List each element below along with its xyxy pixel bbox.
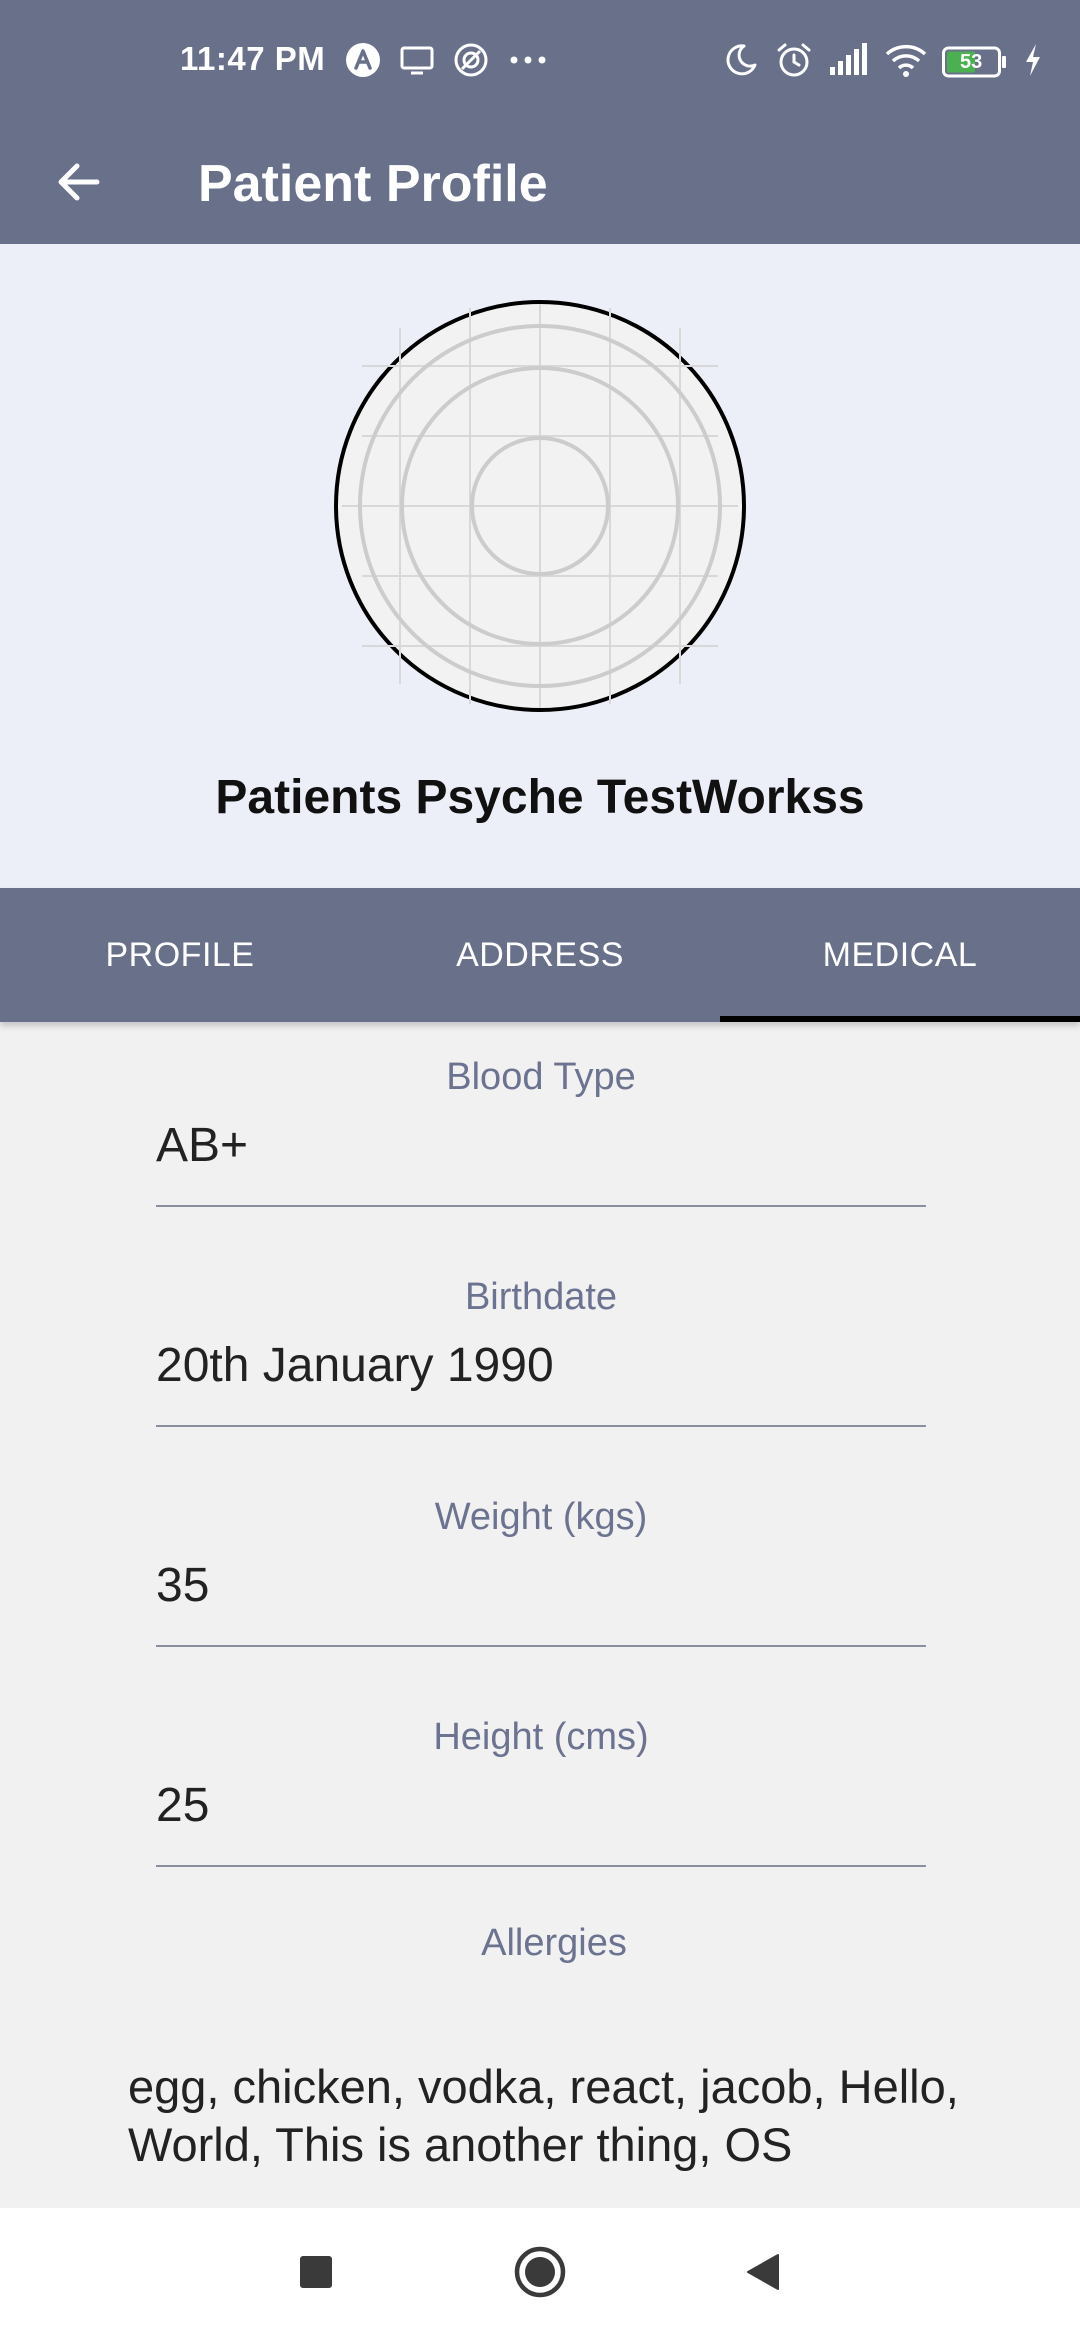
system-nav-bar xyxy=(0,2208,1080,2340)
weight-field[interactable]: Weight (kgs) 35 xyxy=(156,1496,926,1647)
back-button[interactable] xyxy=(40,146,116,222)
birthdate-field[interactable]: Birthdate 20th January 1990 xyxy=(156,1276,926,1427)
charging-icon xyxy=(1022,41,1044,84)
monitor-icon xyxy=(398,41,436,84)
profile-header: Patients Psyche TestWorkss xyxy=(0,244,1080,888)
tab-bar: PROFILE ADDRESS MEDICAL xyxy=(0,888,1080,1022)
system-back-button[interactable] xyxy=(734,2244,794,2304)
blood-type-input[interactable]: AB+ xyxy=(156,1117,926,1207)
status-right-icons: 53 xyxy=(722,40,1044,84)
avatar-placeholder-icon xyxy=(332,300,748,718)
home-button[interactable] xyxy=(510,2244,570,2304)
allergies-label: Allergies xyxy=(481,1922,627,1964)
allergies-input[interactable]: egg, chicken, vodka, react, jacob, Hello… xyxy=(128,2058,1008,2174)
arrow-left-icon xyxy=(53,157,103,212)
birthdate-label: Birthdate xyxy=(464,1276,618,1318)
blood-type-field[interactable]: Blood Type AB+ xyxy=(156,1056,926,1207)
tab-address[interactable]: ADDRESS xyxy=(360,888,720,1022)
wifi-icon xyxy=(884,41,928,84)
more-dots-icon xyxy=(506,41,550,84)
height-label: Height (cms) xyxy=(433,1716,649,1758)
recents-square-icon xyxy=(298,2254,334,2295)
a-circle-icon xyxy=(344,41,382,84)
status-left-icons xyxy=(344,40,550,84)
home-circle-icon xyxy=(513,2245,567,2304)
tab-label: PROFILE xyxy=(105,935,255,974)
battery-level: 53 xyxy=(960,51,983,73)
status-bar: 11:47 PM 53 xyxy=(0,0,1080,124)
tab-label: MEDICAL xyxy=(822,935,978,974)
battery-icon: 53 xyxy=(942,46,1008,78)
status-time: 11:47 PM xyxy=(180,40,326,77)
tab-label: ADDRESS xyxy=(456,935,624,974)
signal-icon xyxy=(828,41,870,84)
weight-input[interactable]: 35 xyxy=(156,1557,926,1647)
birthdate-input[interactable]: 20th January 1990 xyxy=(156,1337,926,1427)
moon-icon xyxy=(722,41,760,84)
recents-button[interactable] xyxy=(286,2244,346,2304)
avatar[interactable] xyxy=(332,298,748,714)
patient-name: Patients Psyche TestWorkss xyxy=(215,771,865,824)
page-title: Patient Profile xyxy=(198,155,548,213)
blood-type-label: Blood Type xyxy=(446,1056,636,1098)
height-input[interactable]: 25 xyxy=(156,1777,926,1867)
height-field[interactable]: Height (cms) 25 xyxy=(156,1716,926,1867)
tab-profile[interactable]: PROFILE xyxy=(0,888,360,1022)
tab-medical[interactable]: MEDICAL xyxy=(720,888,1080,1022)
back-triangle-icon xyxy=(744,2252,784,2297)
app-bar: Patient Profile xyxy=(0,124,1080,244)
sync-icon xyxy=(452,41,490,84)
alarm-icon xyxy=(774,40,814,85)
weight-label: Weight (kgs) xyxy=(434,1496,648,1538)
